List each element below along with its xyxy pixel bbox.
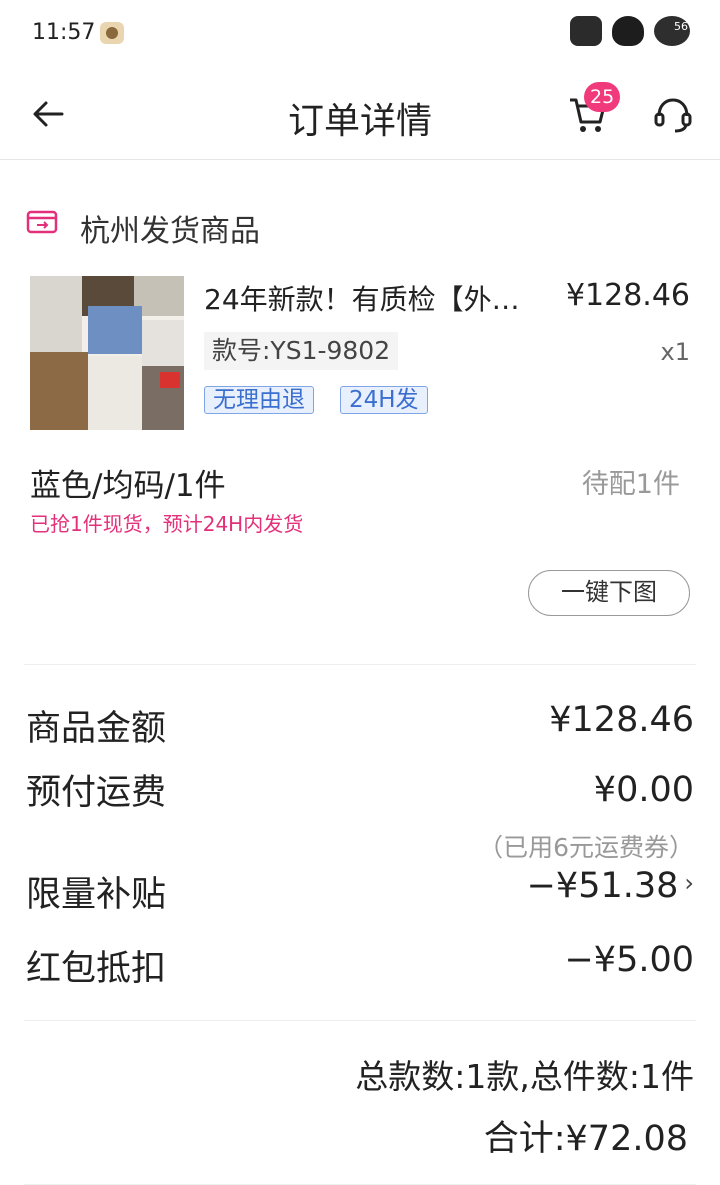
download-images-button[interactable]: 一键下图 (528, 570, 690, 616)
stock-note: 已抢1件现货，预计24H内发货 (30, 512, 304, 536)
goods-amount-label: 商品金额 (26, 709, 167, 749)
red-packet-label: 红包抵扣 (26, 949, 167, 989)
product-name[interactable]: 24年新款！有质检【外贸原单】羽绒服马甲 (204, 278, 534, 318)
shipping-fee-value: ¥0.00 (593, 770, 694, 810)
page-header: 订单详情 25 (0, 68, 720, 160)
notification-icon (100, 22, 124, 44)
shipping-fee-label: 预付运费 (26, 773, 167, 813)
thumb-part (142, 320, 184, 366)
hd-signal-icon (570, 16, 602, 46)
product-price: ¥128.46 (565, 278, 690, 313)
wifi-icon (612, 16, 644, 46)
divider (24, 664, 696, 665)
thumb-part (30, 352, 88, 430)
product-sku: 款号:YS1-9802 (204, 332, 399, 370)
thumb-part (30, 276, 82, 352)
product-variant: 蓝色/均码/1件 (30, 468, 226, 504)
thumb-part (160, 372, 180, 388)
tag-24h-ship: 24H发 (340, 386, 428, 414)
battery-icon: 56 (654, 16, 690, 46)
product-quantity: x1 (660, 338, 690, 366)
thumb-part (88, 306, 142, 354)
subsidy-row[interactable]: −¥51.38 › (527, 866, 694, 906)
status-bar: 11:57 56 (0, 0, 720, 68)
chevron-right-icon: › (684, 869, 694, 897)
shipment-title: 杭州发货商品 (80, 214, 260, 249)
subsidy-label: 限量补贴 (26, 875, 167, 915)
customer-service-icon[interactable] (652, 94, 694, 136)
system-tray: 56 (570, 16, 690, 46)
tag-free-return: 无理由退 (204, 386, 314, 414)
shipping-coupon-note: （已用6元运费券） (478, 833, 694, 862)
red-packet-value: −¥5.00 (564, 940, 694, 980)
signal-label: 56 (674, 20, 688, 33)
warehouse-icon (26, 210, 58, 234)
cart-badge: 25 (584, 82, 621, 112)
divider (24, 1020, 696, 1021)
subsidy-value: −¥51.38 (526, 866, 679, 906)
thumb-part (88, 356, 142, 430)
summary-count: 总款数:1款,总件数:1件 (355, 1057, 694, 1096)
variant-status: 待配1件 (581, 469, 680, 500)
summary-total: 合计:¥72.08 (483, 1119, 688, 1159)
product-thumbnail[interactable] (30, 276, 184, 430)
goods-amount-value: ¥128.46 (549, 700, 694, 740)
status-time: 11:57 (32, 20, 96, 45)
